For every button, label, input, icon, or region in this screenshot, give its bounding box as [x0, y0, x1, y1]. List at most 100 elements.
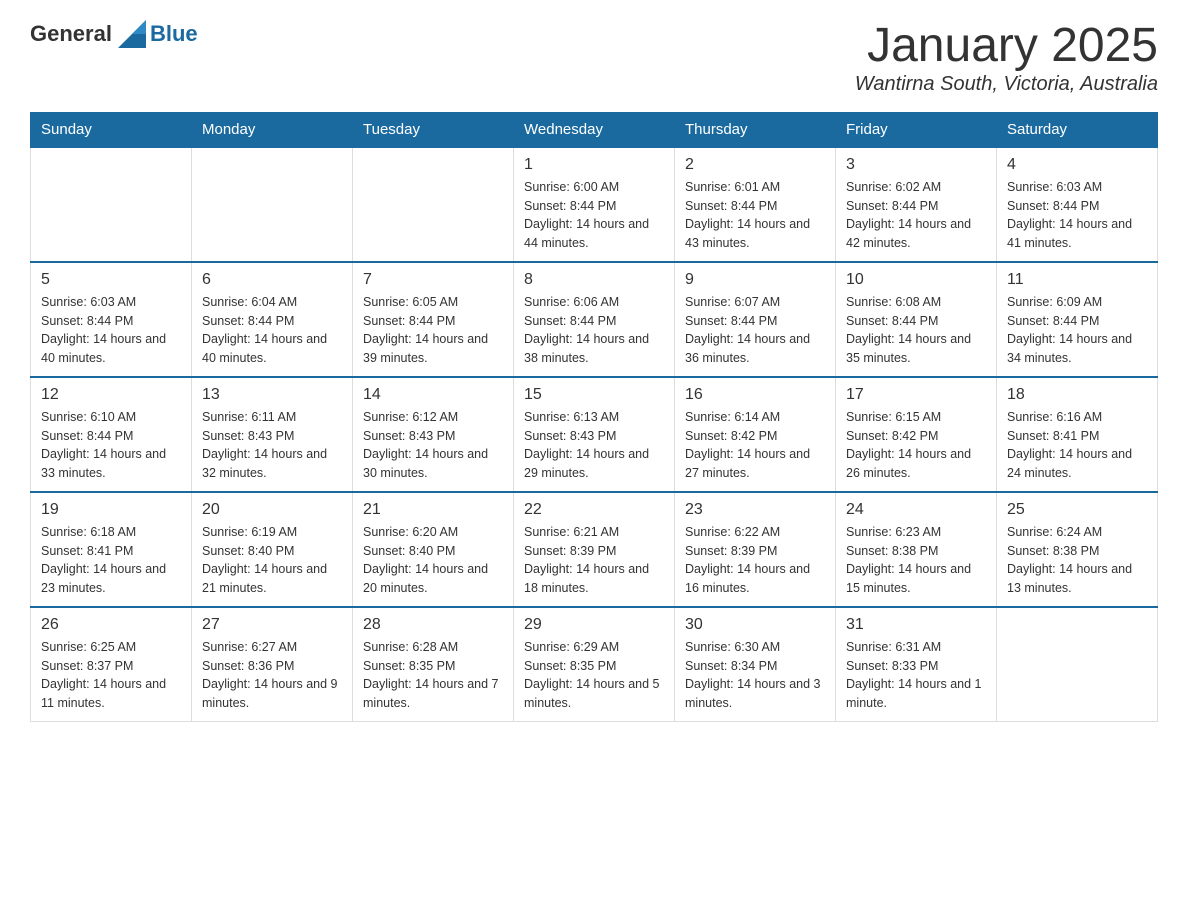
day-number: 26 — [41, 616, 181, 634]
day-info: Sunrise: 6:05 AM Sunset: 8:44 PM Dayligh… — [363, 293, 503, 368]
day-info: Sunrise: 6:08 AM Sunset: 8:44 PM Dayligh… — [846, 293, 986, 368]
calendar-week-row: 12Sunrise: 6:10 AM Sunset: 8:44 PM Dayli… — [31, 377, 1158, 492]
calendar-day-cell: 2 Sunrise: 6:01 AM Sunset: 8:44 PM Daylig… — [675, 147, 836, 262]
calendar-table: SundayMondayTuesdayWednesdayThursdayFrid… — [30, 112, 1158, 722]
day-info: Sunrise: 6:20 AM Sunset: 8:40 PM Dayligh… — [363, 523, 503, 598]
calendar-day-cell: 12Sunrise: 6:10 AM Sunset: 8:44 PM Dayli… — [31, 377, 192, 492]
calendar-header-thursday: Thursday — [675, 112, 836, 147]
day-number: 31 — [846, 616, 986, 634]
day-number: 14 — [363, 386, 503, 404]
title-section: January 2025 Wantirna South, Victoria, A… — [855, 20, 1158, 96]
day-info: Sunrise: 6:31 AM Sunset: 8:33 PM Dayligh… — [846, 638, 986, 713]
calendar-day-cell: 26 Sunrise: 6:25 AM Sunset: 8:37 PM Dayli… — [31, 607, 192, 722]
day-number: 10 — [846, 271, 986, 289]
calendar-day-cell: 6Sunrise: 6:04 AM Sunset: 8:44 PM Daylig… — [192, 262, 353, 377]
calendar-header-monday: Monday — [192, 112, 353, 147]
day-info: Sunrise: 6:03 AM Sunset: 8:44 PM Dayligh… — [1007, 178, 1147, 253]
calendar-day-cell: 25 Sunrise: 6:24 AM Sunset: 8:38 PM Dayli… — [997, 492, 1158, 607]
logo-blue-text: Blue — [150, 21, 198, 47]
logo: General Blue — [30, 20, 198, 48]
calendar-header-row: SundayMondayTuesdayWednesdayThursdayFrid… — [31, 112, 1158, 147]
day-number: 28 — [363, 616, 503, 634]
day-info: Sunrise: 6:25 AM Sunset: 8:37 PM Dayligh… — [41, 638, 181, 713]
calendar-week-row: 26 Sunrise: 6:25 AM Sunset: 8:37 PM Dayli… — [31, 607, 1158, 722]
day-number: 15 — [524, 386, 664, 404]
calendar-day-cell: 30Sunrise: 6:30 AM Sunset: 8:34 PM Dayli… — [675, 607, 836, 722]
day-number: 8 — [524, 271, 664, 289]
day-info: Sunrise: 6:19 AM Sunset: 8:40 PM Dayligh… — [202, 523, 342, 598]
calendar-day-cell — [353, 147, 514, 262]
calendar-day-cell — [997, 607, 1158, 722]
day-number: 24 — [846, 501, 986, 519]
month-title: January 2025 — [855, 20, 1158, 73]
day-number: 21 — [363, 501, 503, 519]
calendar-day-cell: 17 Sunrise: 6:15 AM Sunset: 8:42 PM Dayli… — [836, 377, 997, 492]
day-info: Sunrise: 6:21 AM Sunset: 8:39 PM Dayligh… — [524, 523, 664, 598]
calendar-day-cell: 9 Sunrise: 6:07 AM Sunset: 8:44 PM Daylig… — [675, 262, 836, 377]
day-info: Sunrise: 6:30 AM Sunset: 8:34 PM Dayligh… — [685, 638, 825, 713]
day-info: Sunrise: 6:13 AM Sunset: 8:43 PM Dayligh… — [524, 408, 664, 483]
calendar-day-cell: 18 Sunrise: 6:16 AM Sunset: 8:41 PM Dayli… — [997, 377, 1158, 492]
calendar-day-cell — [31, 147, 192, 262]
day-info: Sunrise: 6:12 AM Sunset: 8:43 PM Dayligh… — [363, 408, 503, 483]
day-number: 17 — [846, 386, 986, 404]
calendar-day-cell: 20 Sunrise: 6:19 AM Sunset: 8:40 PM Dayli… — [192, 492, 353, 607]
calendar-day-cell: 19Sunrise: 6:18 AM Sunset: 8:41 PM Dayli… — [31, 492, 192, 607]
calendar-day-cell: 13 Sunrise: 6:11 AM Sunset: 8:43 PM Dayli… — [192, 377, 353, 492]
day-info: Sunrise: 6:29 AM Sunset: 8:35 PM Dayligh… — [524, 638, 664, 713]
calendar-header-friday: Friday — [836, 112, 997, 147]
calendar-day-cell: 21 Sunrise: 6:20 AM Sunset: 8:40 PM Dayli… — [353, 492, 514, 607]
day-number: 7 — [363, 271, 503, 289]
calendar-day-cell: 24 Sunrise: 6:23 AM Sunset: 8:38 PM Dayli… — [836, 492, 997, 607]
day-info: Sunrise: 6:04 AM Sunset: 8:44 PM Dayligh… — [202, 293, 342, 368]
day-info: Sunrise: 6:23 AM Sunset: 8:38 PM Dayligh… — [846, 523, 986, 598]
day-info: Sunrise: 6:07 AM Sunset: 8:44 PM Dayligh… — [685, 293, 825, 368]
day-info: Sunrise: 6:24 AM Sunset: 8:38 PM Dayligh… — [1007, 523, 1147, 598]
day-info: Sunrise: 6:00 AM Sunset: 8:44 PM Dayligh… — [524, 178, 664, 253]
day-info: Sunrise: 6:16 AM Sunset: 8:41 PM Dayligh… — [1007, 408, 1147, 483]
day-info: Sunrise: 6:22 AM Sunset: 8:39 PM Dayligh… — [685, 523, 825, 598]
calendar-week-row: 5Sunrise: 6:03 AM Sunset: 8:44 PM Daylig… — [31, 262, 1158, 377]
day-info: Sunrise: 6:10 AM Sunset: 8:44 PM Dayligh… — [41, 408, 181, 483]
calendar-day-cell: 7 Sunrise: 6:05 AM Sunset: 8:44 PM Daylig… — [353, 262, 514, 377]
calendar-day-cell: 5Sunrise: 6:03 AM Sunset: 8:44 PM Daylig… — [31, 262, 192, 377]
calendar-day-cell: 3Sunrise: 6:02 AM Sunset: 8:44 PM Daylig… — [836, 147, 997, 262]
calendar-day-cell: 8Sunrise: 6:06 AM Sunset: 8:44 PM Daylig… — [514, 262, 675, 377]
day-number: 16 — [685, 386, 825, 404]
day-info: Sunrise: 6:28 AM Sunset: 8:35 PM Dayligh… — [363, 638, 503, 713]
day-number: 19 — [41, 501, 181, 519]
day-number: 25 — [1007, 501, 1147, 519]
calendar-header-tuesday: Tuesday — [353, 112, 514, 147]
day-number: 1 — [524, 156, 664, 174]
calendar-week-row: 19Sunrise: 6:18 AM Sunset: 8:41 PM Dayli… — [31, 492, 1158, 607]
day-info: Sunrise: 6:01 AM Sunset: 8:44 PM Dayligh… — [685, 178, 825, 253]
calendar-day-cell: 1 Sunrise: 6:00 AM Sunset: 8:44 PM Daylig… — [514, 147, 675, 262]
day-info: Sunrise: 6:02 AM Sunset: 8:44 PM Dayligh… — [846, 178, 986, 253]
calendar-day-cell: 29 Sunrise: 6:29 AM Sunset: 8:35 PM Dayli… — [514, 607, 675, 722]
day-number: 18 — [1007, 386, 1147, 404]
day-info: Sunrise: 6:03 AM Sunset: 8:44 PM Dayligh… — [41, 293, 181, 368]
day-number: 2 — [685, 156, 825, 174]
calendar-day-cell: 31 Sunrise: 6:31 AM Sunset: 8:33 PM Dayli… — [836, 607, 997, 722]
calendar-day-cell: 14 Sunrise: 6:12 AM Sunset: 8:43 PM Dayli… — [353, 377, 514, 492]
calendar-day-cell — [192, 147, 353, 262]
calendar-day-cell: 16Sunrise: 6:14 AM Sunset: 8:42 PM Dayli… — [675, 377, 836, 492]
calendar-day-cell: 28 Sunrise: 6:28 AM Sunset: 8:35 PM Dayli… — [353, 607, 514, 722]
calendar-day-cell: 15 Sunrise: 6:13 AM Sunset: 8:43 PM Dayli… — [514, 377, 675, 492]
day-number: 9 — [685, 271, 825, 289]
calendar-header-saturday: Saturday — [997, 112, 1158, 147]
day-info: Sunrise: 6:11 AM Sunset: 8:43 PM Dayligh… — [202, 408, 342, 483]
calendar-week-row: 1 Sunrise: 6:00 AM Sunset: 8:44 PM Daylig… — [31, 147, 1158, 262]
day-info: Sunrise: 6:15 AM Sunset: 8:42 PM Dayligh… — [846, 408, 986, 483]
calendar-day-cell: 4 Sunrise: 6:03 AM Sunset: 8:44 PM Daylig… — [997, 147, 1158, 262]
calendar-day-cell: 11Sunrise: 6:09 AM Sunset: 8:44 PM Dayli… — [997, 262, 1158, 377]
day-number: 22 — [524, 501, 664, 519]
day-number: 13 — [202, 386, 342, 404]
calendar-header-wednesday: Wednesday — [514, 112, 675, 147]
calendar-day-cell: 23Sunrise: 6:22 AM Sunset: 8:39 PM Dayli… — [675, 492, 836, 607]
day-info: Sunrise: 6:09 AM Sunset: 8:44 PM Dayligh… — [1007, 293, 1147, 368]
day-number: 29 — [524, 616, 664, 634]
day-number: 20 — [202, 501, 342, 519]
day-number: 4 — [1007, 156, 1147, 174]
day-number: 27 — [202, 616, 342, 634]
